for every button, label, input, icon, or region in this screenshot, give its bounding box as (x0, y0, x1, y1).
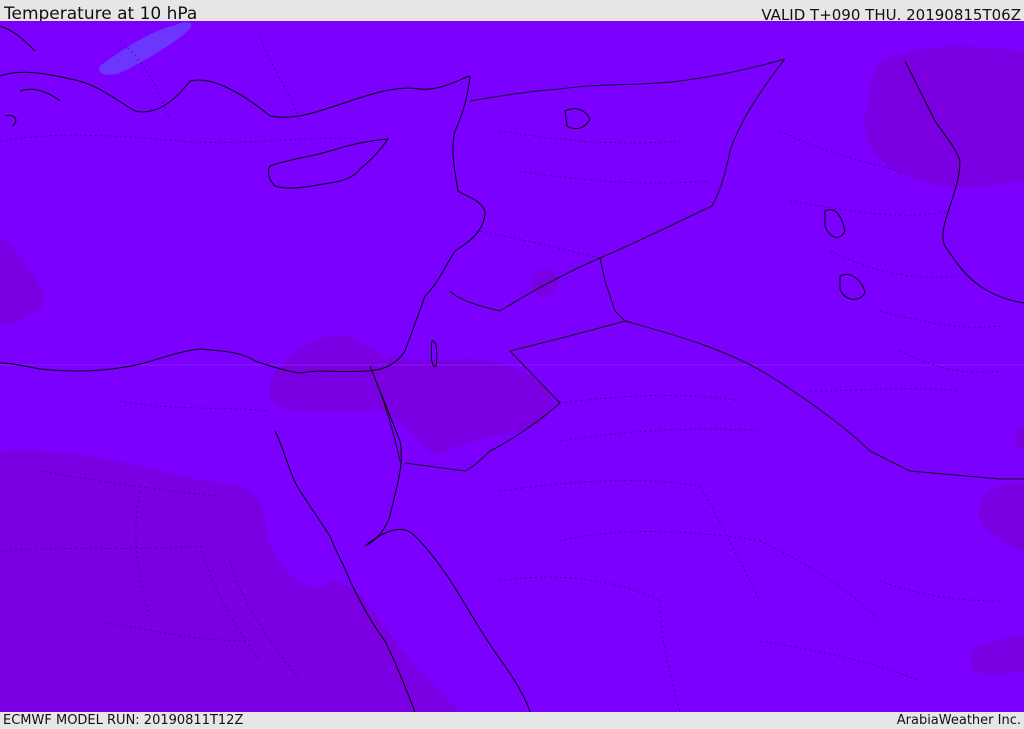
header-bar: Temperature at 10 hPa VALID T+090 THU. 2… (0, 0, 1024, 24)
provider-label: ArabiaWeather Inc. (896, 713, 1021, 728)
map-canvas (0, 21, 1024, 712)
patch-northeast (864, 46, 1024, 187)
footer-bar: ECMWF MODEL RUN: 20190811T12Z ArabiaWeat… (0, 712, 1024, 729)
weather-map[interactable] (0, 21, 1024, 712)
model-run-label: ECMWF MODEL RUN: 20190811T12Z (3, 713, 244, 728)
